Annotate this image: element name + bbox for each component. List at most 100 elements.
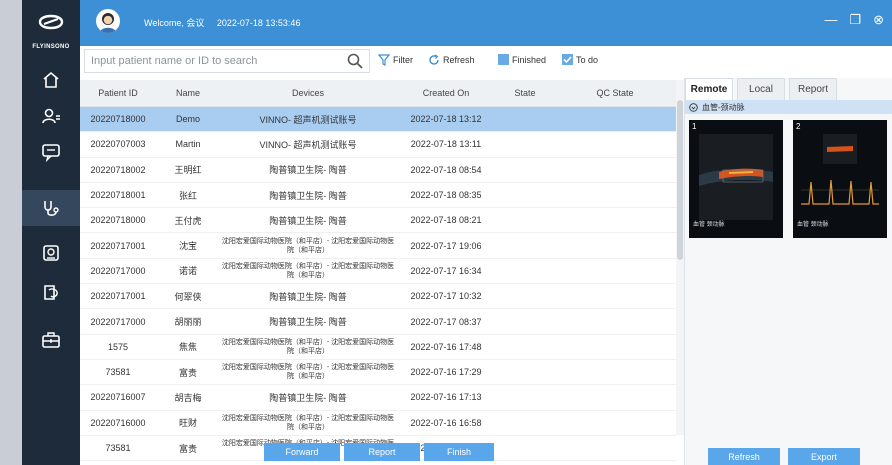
table-row[interactable]: 20220716007 胡吉梅 陶普镇卫生院- 陶普 2022-07-16 17:13 — [80, 385, 676, 411]
created-on-cell: 2022-07-16 17:48 — [410, 341, 482, 352]
user-avatar[interactable] — [96, 9, 120, 33]
table-row[interactable]: 20220717000 诺诺 沈阳宏爱国际动物医院（和平店）- 沈阳宏爱国际动物医院… — [80, 258, 676, 285]
patient-id-cell: 20220717000 — [90, 316, 146, 327]
ultrasound-thumbnail[interactable]: 1 血管 颈动脉 — [689, 120, 783, 238]
nav-messages[interactable] — [22, 134, 80, 170]
logo-mark-icon — [38, 14, 64, 30]
nav-home[interactable] — [22, 62, 80, 98]
search-input[interactable] — [84, 49, 370, 73]
column-header-state[interactable]: State — [496, 88, 554, 98]
tab-report[interactable]: Report — [789, 78, 837, 100]
brand-logo: FLYINSONO — [22, 6, 80, 58]
finish-button[interactable]: Finish — [424, 443, 494, 461]
todo-label: To do — [576, 54, 599, 65]
tab-remote[interactable]: Remote — [685, 78, 733, 100]
column-header-devices[interactable]: Devices — [220, 88, 396, 98]
image-group-label: 血管-颈动脉 — [702, 102, 745, 112]
todo-checkbox[interactable]: To do — [562, 54, 598, 65]
thumbnail-caption: 血管 颈动脉 — [797, 222, 829, 228]
restore-icon[interactable]: ❐ — [849, 12, 861, 28]
patient-id-cell: 20220717000 — [90, 265, 146, 276]
patient-name-cell: 王明红 — [174, 165, 202, 176]
report-button[interactable]: Report — [344, 443, 420, 461]
todo-checkbox-box[interactable] — [562, 54, 573, 65]
device-cell: VINNO- 超声机测试账号 — [259, 139, 357, 150]
table-row[interactable]: 20220718000 Demo VINNO- 超声机测试账号 2022-07-18 … — [80, 107, 676, 133]
patient-id-cell: 20220716007 — [90, 392, 146, 403]
patient-name-cell: 焦焦 — [178, 342, 197, 353]
table-row[interactable]: 20220707003 Martin VINNO- 超声机测试账号 2022-07-1… — [80, 132, 676, 158]
patient-name-cell: Demo — [175, 114, 200, 125]
device-cell: 陶普镇卫生院- 陶普 — [269, 165, 347, 176]
check-icon — [563, 56, 572, 64]
created-on-cell: 2022-07-18 08:54 — [410, 164, 482, 175]
table-row[interactable]: 20220718000 王付虎 陶普镇卫生院- 陶普 2022-07-18 08:21 — [80, 208, 676, 234]
patient-id-cell: 20220716000 — [90, 417, 146, 428]
patient-name-cell: 王付虎 — [174, 215, 202, 226]
created-on-cell: 2022-07-18 08:21 — [410, 215, 482, 226]
patient-id-cell: 20220717001 — [90, 240, 146, 251]
column-header-patient-id[interactable]: Patient ID — [80, 88, 156, 98]
image-group-header[interactable]: 血管-颈动脉 — [685, 100, 892, 114]
filter-button[interactable]: Filter — [378, 54, 413, 66]
patient-id-cell: 20220718000 — [90, 215, 146, 226]
scrollbar-thumb[interactable] — [677, 100, 683, 260]
device-cell: 陶普镇卫生院- 陶普 — [269, 215, 347, 226]
table-row[interactable]: 73581 富贵 沈阳宏爱国际动物医院（和平店）- 沈阳宏爱国际动物医院（和平店） 2… — [80, 359, 676, 386]
column-header-qc-state[interactable]: QC State — [554, 88, 676, 98]
patient-id-cell: 73581 — [105, 367, 131, 378]
forward-button[interactable]: Forward — [264, 443, 340, 461]
nav-toolbox[interactable] — [22, 322, 80, 358]
created-on-cell: 2022-07-18 13:12 — [410, 114, 482, 125]
ultrasound-thumbnail[interactable]: 2 血管 颈动脉 — [793, 120, 887, 238]
patient-name-cell: 旺财 — [178, 418, 197, 429]
welcome-text: Welcome, 会议 2022-07-18 13:53:46 — [144, 16, 300, 29]
patient-id-cell: 20220718000 — [90, 114, 146, 125]
tab-local[interactable]: Local — [737, 78, 785, 100]
minimize-icon[interactable]: — — [824, 12, 837, 28]
table-row[interactable]: 20220717001 何翠侠 陶普镇卫生院- 陶普 2022-07-17 10:32 — [80, 284, 676, 310]
thumbnail-number: 1 — [692, 122, 697, 131]
table-row[interactable]: 20220716000 旺财 沈阳宏爱国际动物医院（和平店）- 沈阳宏爱国际动物医院… — [80, 410, 676, 436]
column-header-name[interactable]: Name — [156, 88, 220, 98]
table-row[interactable]: 1575 焦焦 沈阳宏爱国际动物医院（和平店）- 沈阳宏爱国际动物医院（和平店） 20… — [80, 334, 676, 360]
avatar-icon — [100, 13, 116, 33]
finished-label: Finished — [512, 54, 547, 65]
table-row[interactable]: 20220717001 沈宝 沈阳宏爱国际动物医院（和平店）- 沈阳宏爱国际动物医院… — [80, 233, 676, 259]
nav-devices[interactable] — [22, 235, 80, 271]
nav-users[interactable] — [22, 98, 80, 134]
patient-name-cell: 胡丽丽 — [174, 317, 202, 328]
table-scrollbar[interactable] — [676, 80, 684, 435]
table-row[interactable]: 20220718001 张红 陶普镇卫生院- 陶普 2022-07-18 08:35 — [80, 182, 676, 209]
patient-name-cell: Martin — [175, 139, 201, 150]
window-controls: — ❐ ⊗ — [824, 12, 884, 28]
finished-checkbox[interactable]: Finished — [498, 54, 546, 65]
sidebar: FLYINSONO — [22, 0, 80, 465]
filter-icon — [378, 54, 390, 66]
nav-records[interactable] — [22, 274, 80, 310]
device-cell: 陶普镇卫生院- 陶普 — [269, 190, 347, 201]
panel-refresh-button[interactable]: Refresh — [708, 448, 780, 465]
column-header-created-on[interactable]: Created On — [396, 88, 496, 98]
records-icon — [44, 285, 58, 300]
created-on-cell: 2022-07-16 16:58 — [410, 417, 482, 428]
device-cell: 沈阳宏爱国际动物医院（和平店）- 沈阳宏爱国际动物医院（和平店） — [221, 414, 395, 431]
device-cell: 沈阳宏爱国际动物医院（和平店）- 沈阳宏爱国际动物医院（和平店） — [221, 338, 395, 355]
table-header: Patient ID Name Devices Created On State… — [80, 80, 676, 107]
refresh-button[interactable]: Refresh — [428, 54, 475, 66]
home-icon — [43, 71, 59, 88]
top-bar: Welcome, 会议 2022-07-18 13:53:46 — ❐ ⊗ — [80, 0, 892, 46]
search-icon[interactable] — [346, 52, 364, 70]
export-button[interactable]: Export — [788, 448, 860, 465]
nav-ultrasound[interactable] — [22, 190, 80, 226]
close-icon[interactable]: ⊗ — [873, 12, 884, 28]
collapse-icon[interactable] — [689, 102, 698, 112]
finished-checkbox-box[interactable] — [498, 54, 509, 65]
patient-name-cell: 富贵 — [178, 367, 197, 378]
table-row[interactable]: 20220718002 王明红 陶普镇卫生院- 陶普 2022-07-18 08:54 — [80, 157, 676, 183]
refresh-label: Refresh — [443, 55, 475, 65]
table-row[interactable]: 20220717000 胡丽丽 陶普镇卫生院- 陶普 2022-07-17 08:37 — [80, 309, 676, 335]
created-on-cell: 2022-07-16 17:13 — [410, 392, 482, 403]
toolbox-icon — [42, 332, 60, 348]
brand-name: FLYINSONO — [32, 44, 70, 50]
